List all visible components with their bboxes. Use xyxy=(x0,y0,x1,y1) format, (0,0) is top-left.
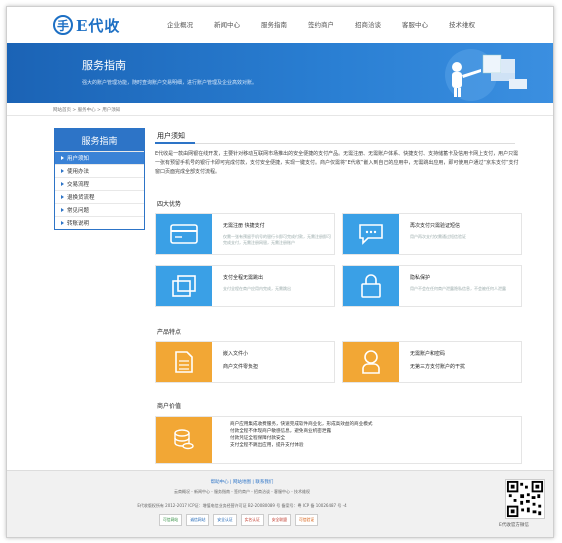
section-title-value: 商户价值 xyxy=(157,403,182,410)
site-footer: 帮助中心 | 网站地图 | 联系我们 云商概况 - 新闻中心 - 服务指南 - … xyxy=(7,470,553,537)
card-desc: 支付全程在商户应用内完成，无需跳出 xyxy=(223,286,291,291)
advantage-card: 支付全程无需跳出 支付全程在商户应用内完成，无需跳出 xyxy=(155,265,335,307)
coins-icon xyxy=(174,429,194,450)
card-icon-panel xyxy=(156,342,212,382)
sidebar-item-faq[interactable]: 常见问题 xyxy=(55,203,144,216)
trust-badge[interactable]: 实名认证 xyxy=(240,514,264,526)
arrow-right-icon xyxy=(61,169,64,173)
message-icon xyxy=(359,224,383,245)
trust-badge[interactable]: 可信网站 xyxy=(159,514,183,526)
sidebar-item-user-notice[interactable]: 用户须知 xyxy=(55,151,144,164)
card-title: 支付全程无需跳出 xyxy=(223,275,264,281)
nav-item-overview[interactable]: 企业概况 xyxy=(167,19,193,29)
page-frame: 手 E代收 企业概况 新闻中心 服务指南 签约商户 招商洽谈 客服中心 技术维权… xyxy=(6,6,554,538)
nav-item-investment[interactable]: 招商洽谈 xyxy=(355,19,381,29)
card-desc: 用户再次支付仅需通过短信验证 xyxy=(410,234,466,239)
card-icon-panel xyxy=(343,342,399,382)
card-icon-panel xyxy=(156,266,212,306)
sidebar-item-label: 常见问题 xyxy=(67,208,90,214)
qr-code-icon xyxy=(505,479,545,519)
card-title: 嵌入文件小 xyxy=(223,351,249,357)
merchant-value-card: 商户应用集成收费服务，快速完成软件商业化，形成高效益的商业模式 付款全程不体现商… xyxy=(155,416,522,464)
banner-title: 服务指南 xyxy=(82,59,126,72)
arrow-right-icon xyxy=(61,182,64,186)
section-title-features: 产品特点 xyxy=(157,329,182,336)
breadcrumb-divider xyxy=(7,115,553,116)
arrow-right-icon xyxy=(61,156,64,160)
footer-copyright: E代收版权所有 2012-2017 ICP证：增值电信业务经营许可证 B2-20… xyxy=(137,503,347,508)
card-desc: 商户文件零负担 xyxy=(223,364,259,370)
value-line: 支付全程不跳出应用，提升支付体验 xyxy=(230,443,304,448)
lock-icon xyxy=(361,274,381,298)
sidebar-item-label: 转账说明 xyxy=(67,221,90,227)
card-title: 隐私保护 xyxy=(410,275,431,281)
qr-label: E代收官方微信 xyxy=(499,523,529,528)
sidebar-title: 服务指南 xyxy=(55,129,144,151)
sidebar-item-label: 交易流程 xyxy=(67,182,90,188)
arrow-right-icon xyxy=(61,195,64,199)
breadcrumb[interactable]: 网站首页 > 服务中心 > 用户须知 xyxy=(53,107,120,113)
feature-card: 嵌入文件小 商户文件零负担 xyxy=(155,341,335,383)
nav-item-guide[interactable]: 服务指南 xyxy=(261,19,287,29)
logo-text: E代收 xyxy=(76,16,121,35)
card-icon xyxy=(170,224,198,244)
user-icon xyxy=(362,350,380,374)
sidebar-item-transfer[interactable]: 转账说明 xyxy=(55,216,144,229)
nav-item-service[interactable]: 客服中心 xyxy=(402,19,428,29)
arrow-right-icon xyxy=(61,221,64,225)
card-desc: 仅需一张有预留手机号的银行卡即可完成付款，无需注册即可完成支付，无需注册网银，无… xyxy=(223,234,331,245)
card-icon-panel xyxy=(343,266,399,306)
title-divider xyxy=(155,143,515,144)
footer-links[interactable]: 帮助中心 | 网站地图 | 联系我们 xyxy=(7,479,477,485)
value-line: 商户应用集成收费服务，快速完成软件商业化，形成高效益的商业模式 xyxy=(230,422,373,427)
sidebar-item-trade-flow[interactable]: 交易流程 xyxy=(55,177,144,190)
section-title-advantages: 四大优势 xyxy=(157,201,182,208)
advantage-card: 再次支付只需验证短信 用户再次支付仅需通过短信验证 xyxy=(342,213,522,255)
sidebar: 服务指南 用户须知 使用办法 交易流程 退换货流程 常见问题 转账说明 xyxy=(54,128,145,230)
title-underline xyxy=(155,142,195,144)
sidebar-item-label: 退换货流程 xyxy=(67,195,95,201)
advantage-card: 隐私保护 用户不会在任何商户泄露隐私信息，不会被任何人泄露 xyxy=(342,265,522,307)
page-banner: 服务指南 强大的账户管理功能，随时查询账户交易明细，进行账户管理及企业高效对账。 xyxy=(7,43,553,103)
sidebar-item-label: 使用办法 xyxy=(67,169,90,175)
main-nav: 企业概况 新闻中心 服务指南 签约商户 招商洽谈 客服中心 技术维权 xyxy=(167,19,496,29)
card-desc: 无第三方支付账户的干扰 xyxy=(410,364,466,370)
nav-item-merchants[interactable]: 签约商户 xyxy=(308,19,334,29)
trust-badge[interactable]: 安全联盟 xyxy=(267,514,291,526)
feature-card: 无需账户和密码 无第三方支付账户的干扰 xyxy=(342,341,522,383)
nav-item-news[interactable]: 新闻中心 xyxy=(214,19,240,29)
advantage-card: 无需注册 快捷支付 仅需一张有预留手机号的银行卡即可完成付款，无需注册即可完成支… xyxy=(155,213,335,255)
site-logo[interactable]: 手 E代收 xyxy=(53,13,120,37)
page-title: 用户须知 xyxy=(157,132,185,140)
arrow-right-icon xyxy=(61,208,64,212)
trust-badge[interactable]: 诚信网站 xyxy=(186,514,210,526)
trust-badge[interactable]: 安全认证 xyxy=(213,514,237,526)
value-line: 付款全程不体现商户敏感信息，避免商业机密泄露 xyxy=(230,429,332,434)
banner-subtitle: 强大的账户管理功能，随时查询账户交易明细，进行账户管理及企业高效对账。 xyxy=(82,80,258,86)
sidebar-item-returns[interactable]: 退换货流程 xyxy=(55,190,144,203)
card-icon-panel xyxy=(156,417,212,463)
intro-paragraph: E代收是一款由网银在线开发，主要针对移动互联网市场推出的安全便捷的支付产品。无需… xyxy=(155,151,519,175)
card-title: 无需账户和密码 xyxy=(410,351,446,357)
trust-badge[interactable]: 可信验证 xyxy=(294,514,319,526)
card-icon-panel xyxy=(343,214,399,254)
banner-illustration-icon xyxy=(445,49,527,101)
card-desc: 用户不会在任何商户泄露隐私信息，不会被任何人泄露 xyxy=(410,286,506,291)
document-icon xyxy=(175,351,193,373)
card-icon-panel xyxy=(156,214,212,254)
value-line: 付款凭证全程保障付款安全 xyxy=(230,436,286,441)
card-title: 再次支付只需验证短信 xyxy=(410,223,461,229)
trust-badges: 可信网站 诚信网站 安全认证 实名认证 安全联盟 可信验证 xyxy=(159,514,319,526)
footer-nav[interactable]: 云商概况 - 新闻中心 - 服务指南 - 签约商户 - 招商洽谈 - 客服中心 … xyxy=(7,489,477,495)
site-header: 手 E代收 企业概况 新闻中心 服务指南 签约商户 招商洽谈 客服中心 技术维权 xyxy=(7,7,553,43)
nav-item-rights[interactable]: 技术维权 xyxy=(449,19,475,29)
window-icon xyxy=(172,275,196,297)
card-title: 无需注册 快捷支付 xyxy=(223,223,265,229)
sidebar-item-usage[interactable]: 使用办法 xyxy=(55,164,144,177)
logo-mark-icon: 手 xyxy=(53,15,73,35)
sidebar-item-label: 用户须知 xyxy=(67,156,90,162)
